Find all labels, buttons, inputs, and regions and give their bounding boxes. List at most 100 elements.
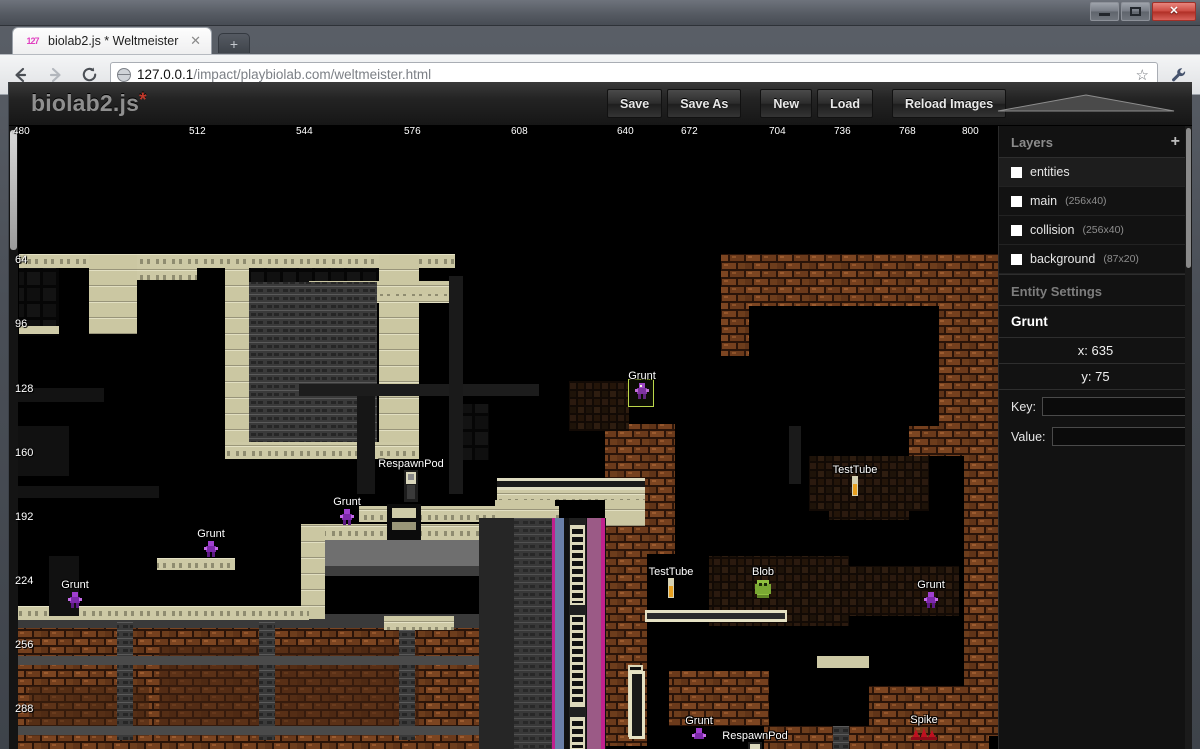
new-button[interactable]: New	[760, 89, 812, 118]
entity-respawnpod[interactable]: RespawnPod	[746, 742, 764, 749]
collapse-panel-arrow-icon[interactable]	[996, 92, 1176, 114]
entity-label: Grunt	[197, 528, 225, 540]
checkbox-icon[interactable]	[1011, 254, 1022, 265]
checkbox-icon[interactable]	[1011, 196, 1022, 207]
entity-settings-name: Grunt	[999, 306, 1192, 338]
layer-item-collision[interactable]: collision (256x40)	[999, 216, 1192, 245]
close-icon[interactable]: ✕	[190, 33, 201, 49]
key-label: Key:	[1011, 400, 1036, 414]
ruler-tick-v: 224	[15, 575, 33, 587]
value-field-row: Value:	[999, 420, 1192, 450]
ruler-tick-h: 608	[511, 126, 528, 137]
entity-grunt[interactable]: Grunt	[203, 540, 219, 558]
entity-label: RespawnPod	[378, 458, 443, 470]
ruler-tick-h: 640	[617, 126, 634, 137]
ruler-tick-h: 736	[834, 126, 851, 137]
layers-header: Layers +	[999, 126, 1192, 158]
title-bar: ✕	[0, 0, 1200, 26]
url-host: 127.0.0.1	[137, 67, 193, 82]
entity-label: TestTube	[833, 464, 878, 476]
minimize-button[interactable]	[1090, 2, 1119, 21]
reload-images-button[interactable]: Reload Images	[892, 89, 1006, 118]
ruler-tick-h: 768	[899, 126, 916, 137]
grunt-sprite	[923, 591, 939, 609]
scrollbar-thumb[interactable]	[1186, 128, 1191, 268]
entity-label: Grunt	[628, 370, 656, 382]
horizontal-ruler: 480 512 544 576 608 640 672 704 736 768 …	[9, 126, 999, 140]
ruler-tick-v: 64	[15, 254, 27, 266]
save-as-button[interactable]: Save As	[667, 89, 741, 118]
entity-label: Grunt	[333, 496, 361, 508]
ruler-tick-v: 128	[15, 383, 33, 395]
vertical-ruler: 64 96 128 160 192 224 256 288	[11, 126, 45, 749]
globe-icon	[117, 68, 131, 82]
entity-label: Spike	[910, 714, 938, 726]
respawnpod-sprite	[746, 742, 764, 749]
tab-weltmeister[interactable]: 127 biolab2.js * Weltmeister ✕	[12, 27, 212, 54]
level-canvas[interactable]: 480 512 544 576 608 640 672 704 736 768 …	[9, 126, 999, 749]
testtube-sprite	[666, 578, 676, 598]
editor-panel: Layers + entities main (256x40) collisio…	[998, 126, 1192, 749]
browser-window: ✕ 127 biolab2.js * Weltmeister ✕ + 127.0	[0, 0, 1200, 749]
blob-sprite	[754, 578, 772, 598]
omnibox-actions: ☆	[1136, 66, 1151, 84]
entity-testtube[interactable]: TestTube	[850, 476, 860, 496]
key-field-row: Key:	[999, 390, 1192, 420]
entity-label: Grunt	[685, 715, 713, 727]
checkbox-icon[interactable]	[1011, 167, 1022, 178]
entity-grunt[interactable]: Grunt	[634, 382, 650, 400]
layer-item-entities[interactable]: entities	[999, 158, 1192, 187]
key-input[interactable]	[1042, 397, 1186, 416]
entity-x-value: x: 635	[999, 338, 1192, 364]
new-tab-button[interactable]: +	[218, 33, 250, 53]
entity-label: TestTube	[649, 566, 694, 578]
layer-name: background	[1030, 252, 1095, 266]
favicon-icon: 127	[25, 34, 40, 49]
entity-testtube[interactable]: TestTube	[666, 578, 676, 598]
entity-blob[interactable]: Blob	[754, 578, 772, 598]
spike-sprite	[911, 726, 937, 740]
app-toolbar: biolab2.js* Save Save As New Load Reload…	[9, 82, 1192, 126]
value-input[interactable]	[1052, 427, 1186, 446]
tilemap-render	[9, 126, 999, 749]
value-label: Value:	[1011, 430, 1046, 444]
ruler-tick-v: 96	[15, 318, 27, 330]
close-button[interactable]: ✕	[1152, 2, 1196, 21]
entity-settings-title: Entity Settings	[999, 274, 1192, 306]
level-filename: biolab2.js	[31, 90, 139, 116]
entity-grunt[interactable]: Grunt	[67, 591, 83, 609]
ruler-tick-h: 672	[681, 126, 698, 137]
entity-spike[interactable]: Spike	[911, 726, 937, 740]
entity-y-value: y: 75	[999, 364, 1192, 390]
entity-label: RespawnPod	[722, 730, 787, 742]
ruler-tick-h: 544	[296, 126, 313, 137]
checkbox-icon[interactable]	[1011, 225, 1022, 236]
ruler-tick-h: 704	[769, 126, 786, 137]
ruler-tick-v: 192	[15, 511, 33, 523]
weltmeister-app: biolab2.js* Save Save As New Load Reload…	[8, 82, 1192, 749]
ruler-tick-h: 576	[404, 126, 421, 137]
entity-respawnpod[interactable]: RespawnPod	[402, 470, 420, 502]
respawnpod-sprite	[402, 470, 420, 502]
entity-label: Grunt	[61, 579, 89, 591]
ruler-tick-h: 800	[962, 126, 979, 137]
entity-grunt[interactable]: Grunt	[923, 591, 939, 609]
add-layer-icon[interactable]: +	[1171, 134, 1180, 150]
layer-item-background[interactable]: background (87x20)	[999, 245, 1192, 274]
layer-name: entities	[1030, 165, 1070, 179]
grunt-sprite	[203, 540, 219, 558]
bookmark-star-icon[interactable]: ☆	[1136, 66, 1149, 84]
maximize-button[interactable]	[1121, 2, 1150, 21]
layer-item-main[interactable]: main (256x40)	[999, 187, 1192, 216]
ruler-tick-h: 512	[189, 126, 206, 137]
tab-title: biolab2.js * Weltmeister	[48, 34, 182, 48]
entity-grunt[interactable]: Grunt	[691, 727, 707, 745]
unsaved-marker: *	[139, 90, 147, 111]
entity-label: Grunt	[917, 579, 945, 591]
grunt-sprite	[691, 727, 707, 745]
panel-scrollbar[interactable]	[1185, 126, 1192, 749]
entity-grunt[interactable]: Grunt	[339, 508, 355, 526]
layer-name: main	[1030, 194, 1057, 208]
load-button[interactable]: Load	[817, 89, 873, 118]
save-button[interactable]: Save	[607, 89, 662, 118]
